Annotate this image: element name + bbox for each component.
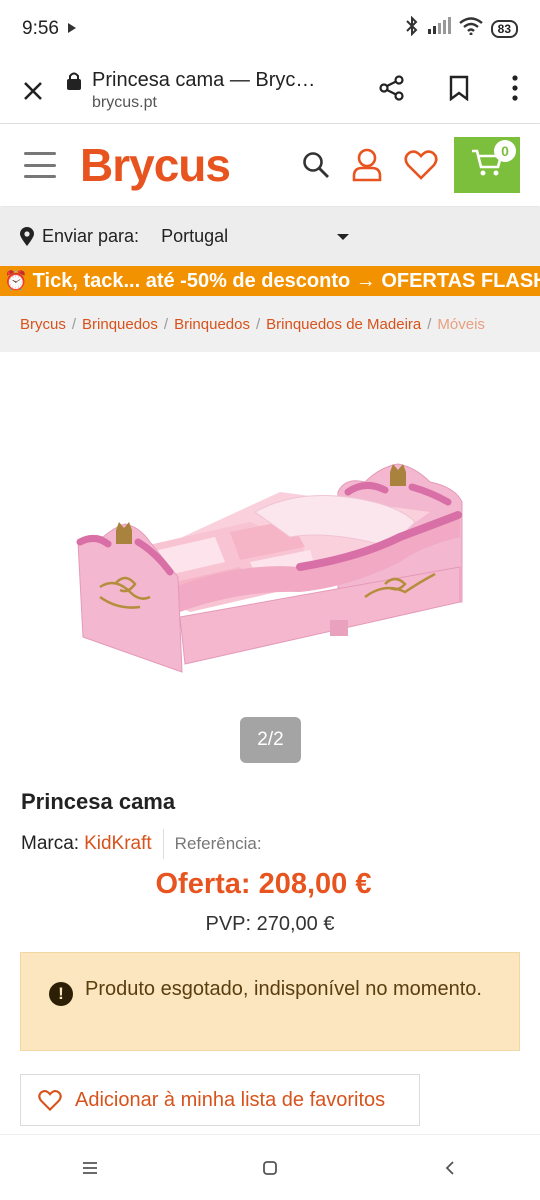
breadcrumb-separator: / <box>255 315 261 333</box>
product-image[interactable] <box>0 352 540 712</box>
back-icon[interactable] <box>420 1160 480 1176</box>
breadcrumb-item[interactable]: Móveis <box>437 316 485 333</box>
gallery-counter: 2/2 <box>240 717 301 763</box>
play-icon <box>67 18 77 40</box>
meta-divider <box>162 829 164 859</box>
add-to-favorites-label: Adicionar à minha lista de favoritos <box>75 1088 386 1111</box>
home-icon[interactable] <box>240 1160 300 1176</box>
stock-alert: ! Produto esgotado, indisponível no momen… <box>20 952 520 1051</box>
cart-count-badge: 0 <box>494 140 516 162</box>
breadcrumb-item[interactable]: Brinquedos de Madeira <box>266 316 421 333</box>
breadcrumb-separator: / <box>71 315 77 333</box>
wifi-icon <box>458 17 483 41</box>
exclamation-icon: ! <box>49 982 73 1006</box>
page-url: brycus.pt <box>92 94 157 111</box>
bluetooth-icon <box>405 15 419 42</box>
page-title: Princesa cama — Bryc… <box>92 69 316 91</box>
site-header: Brycus 0 <box>0 124 540 206</box>
status-bar: 9:56 83 <box>0 0 540 58</box>
country-select[interactable]: Portugal <box>161 226 228 247</box>
brand-label: Marca: <box>21 833 80 854</box>
ship-label: Enviar para: <box>42 226 140 246</box>
browser-toolbar: Princesa cama — Bryc… brycus.pt <box>0 58 540 124</box>
lock-icon <box>66 71 82 91</box>
bookmark-icon[interactable] <box>448 75 470 106</box>
hamburger-menu-icon[interactable] <box>24 152 56 178</box>
brand-link[interactable]: KidKraft <box>84 833 152 855</box>
shipping-destination[interactable]: Enviar para: Portugal <box>0 207 540 266</box>
close-icon[interactable] <box>0 80 66 102</box>
heart-outline-icon <box>38 1089 62 1111</box>
product-title: Princesa cama <box>21 789 176 814</box>
offer-price: Oferta: 208,00 € <box>155 868 372 900</box>
brand-logo[interactable]: Brycus <box>80 138 231 192</box>
share-icon[interactable] <box>378 74 406 107</box>
chevron-down-icon[interactable] <box>337 234 349 240</box>
cart-button[interactable]: 0 <box>454 137 520 193</box>
page-title-container: Princesa cama — Bryc… <box>66 69 378 92</box>
add-to-favorites-button[interactable]: Adicionar à minha lista de favoritos <box>20 1074 420 1126</box>
promo-text: Tick, tack... até -50% de desconto → OFE… <box>32 269 540 292</box>
breadcrumb-separator: / <box>163 315 169 333</box>
retail-price: PVP: 270,00 € <box>205 913 335 935</box>
status-time: 9:56 <box>22 18 59 39</box>
account-icon[interactable] <box>352 148 382 182</box>
product-meta: Marca: KidKraft Referência: <box>21 828 262 860</box>
promo-banner[interactable]: ⏰ Tick, tack... até -50% de desconto → O… <box>0 266 540 296</box>
signal-icon <box>427 17 451 41</box>
product-gallery[interactable]: 2/2 <box>0 352 540 772</box>
breadcrumb-item[interactable]: Brycus <box>20 316 66 333</box>
breadcrumb-item[interactable]: Brinquedos <box>174 316 250 333</box>
heart-icon[interactable] <box>404 150 438 180</box>
battery-indicator: 83 <box>490 20 518 38</box>
system-nav-bar <box>0 1134 540 1200</box>
location-pin-icon <box>20 226 34 247</box>
breadcrumb: Brycus / Brinquedos / Brinquedos / Brinq… <box>0 296 540 352</box>
breadcrumb-separator: / <box>427 315 432 333</box>
stock-alert-text: Produto esgotado, indisponível no moment… <box>85 978 482 1000</box>
more-vert-icon[interactable] <box>512 75 518 106</box>
search-icon[interactable] <box>302 151 330 179</box>
breadcrumb-item[interactable]: Brinquedos <box>82 316 158 333</box>
recents-icon[interactable] <box>60 1161 120 1175</box>
alarm-clock-icon: ⏰ <box>4 271 28 292</box>
reference-label: Referência: <box>174 834 262 853</box>
